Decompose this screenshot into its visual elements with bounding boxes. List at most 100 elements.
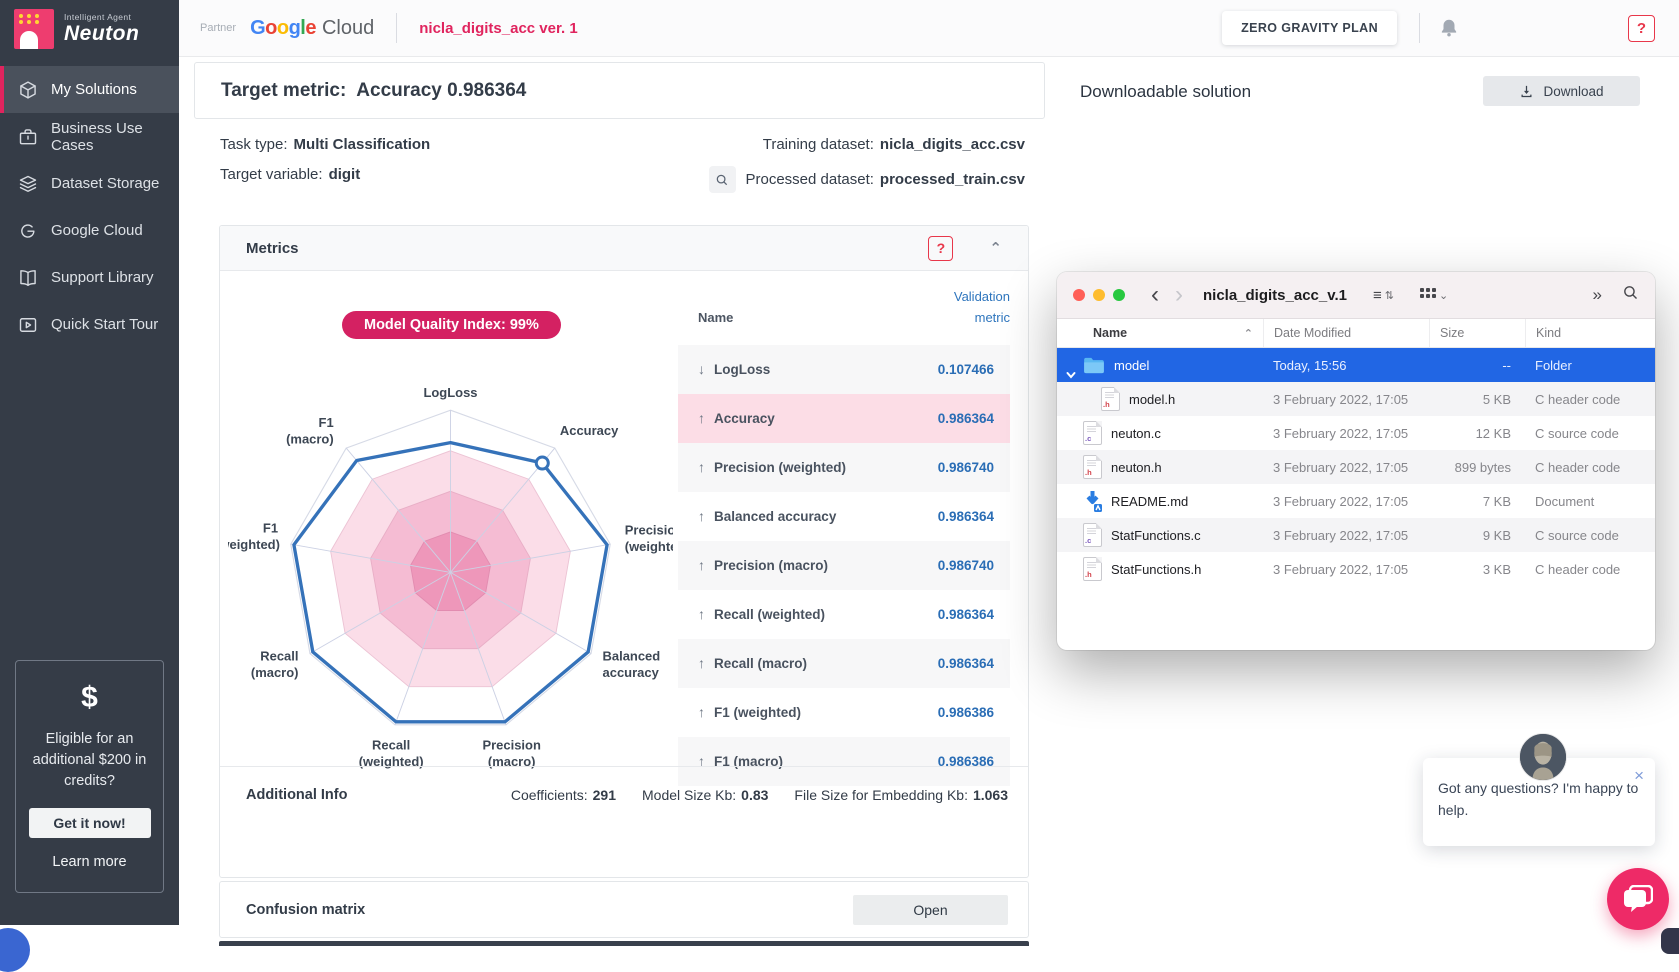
additional-info-title: Additional Info	[246, 787, 347, 803]
file-row-neuton-h[interactable]: .h neuton.h 3 February 2022, 17:05 899 b…	[1057, 450, 1655, 484]
c-header-file-icon: .h	[1101, 387, 1120, 411]
file-row-statfunctions-h[interactable]: .h StatFunctions.h 3 February 2022, 17:0…	[1057, 552, 1655, 586]
logo-brand: Neuton	[64, 22, 139, 46]
download-button[interactable]: Download	[1483, 76, 1640, 106]
metrics-panel: Metrics ? ⌃ Model Quality Index: 99% Log…	[219, 225, 1029, 878]
column-size[interactable]: Size	[1429, 319, 1525, 347]
sidebar-item-label: Dataset Storage	[51, 175, 159, 192]
sidebar-item-dataset-storage[interactable]: Dataset Storage	[0, 160, 179, 207]
open-confusion-matrix-button[interactable]: Open	[853, 895, 1008, 925]
arrow-up-icon: ↑	[698, 508, 705, 524]
file-row-statfunctions-c[interactable]: .c StatFunctions.c 3 February 2022, 17:0…	[1057, 518, 1655, 552]
sidebar-item-quick-start-tour[interactable]: Quick Start Tour	[0, 301, 179, 348]
sidebar-item-label: Business Use Cases	[51, 120, 179, 154]
file-row-neuton-c[interactable]: .c neuton.c 3 February 2022, 17:05 12 KB…	[1057, 416, 1655, 450]
radar-label-precision-weighted: Precision	[625, 522, 673, 537]
back-button[interactable]: ‹	[1151, 283, 1159, 307]
coefficients-label: Coefficients:	[511, 787, 588, 803]
arrow-up-icon: ↑	[698, 459, 705, 475]
learn-more-link[interactable]: Learn more	[26, 854, 153, 870]
google-cloud-logo: GoogleCloud	[250, 17, 374, 40]
finder-column-headers: Name⌃ Date Modified Size Kind	[1057, 319, 1655, 348]
radar-label-logloss: LogLoss	[423, 385, 477, 400]
metric-row-accuracy[interactable]: ↑Accuracy0.986364	[678, 394, 1010, 443]
arrow-down-icon: ↓	[698, 361, 705, 377]
help-button[interactable]: ?	[1628, 15, 1655, 42]
divider	[396, 13, 397, 43]
metrics-table: Name Validationmetric ↓LogLoss0.107466 ↑…	[678, 287, 1010, 786]
layers-icon	[18, 174, 38, 194]
target-metric-value: Accuracy 0.986364	[356, 80, 526, 102]
close-icon[interactable]: ×	[1634, 766, 1644, 786]
plan-button[interactable]: ZERO GRAVITY PLAN	[1222, 11, 1397, 45]
divider	[1419, 13, 1420, 43]
radar-label-balanced-accuracy: Balanced	[603, 648, 661, 663]
sidebar-item-support-library[interactable]: Support Library	[0, 254, 179, 301]
file-row-model-h[interactable]: .h model.h 3 February 2022, 17:05 5 KB C…	[1057, 382, 1655, 416]
metric-row-recall-weighted[interactable]: ↑Recall (weighted)0.986364	[678, 590, 1010, 639]
file-row-readme[interactable]: README.md 3 February 2022, 17:05 7 KB Do…	[1057, 484, 1655, 518]
model-details: Task type:Multi Classification Target va…	[194, 136, 1045, 206]
target-metric-label: Target metric:	[221, 80, 346, 102]
metric-row-precision-weighted[interactable]: ↑Precision (weighted)0.986740	[678, 443, 1010, 492]
chat-fab-button[interactable]	[1607, 868, 1669, 930]
finder-toolbar: ‹ › nicla_digits_acc_v.1 ≡⇅ ⌄ »	[1057, 272, 1655, 319]
training-dataset-value: nicla_digits_acc.csv	[880, 136, 1025, 153]
partner-label: Partner	[200, 22, 236, 34]
sidebar-item-my-solutions[interactable]: My Solutions	[0, 66, 179, 113]
top-bar: Partner GoogleCloud nicla_digits_acc ver…	[179, 0, 1679, 57]
close-window-button[interactable]	[1073, 289, 1085, 301]
disclosure-chevron-icon[interactable]	[1066, 367, 1076, 382]
model-size-label: Model Size Kb:	[642, 787, 736, 803]
svg-text:accuracy: accuracy	[603, 665, 660, 680]
chat-message: Got any questions? I'm happy to help.	[1438, 778, 1639, 821]
app-logo[interactable]: Intelligent Agent Neuton	[0, 0, 179, 58]
metric-row-precision-macro[interactable]: ↑Precision (macro)0.986740	[678, 541, 1010, 590]
finder-window-title: nicla_digits_acc_v.1	[1203, 287, 1347, 304]
minimize-window-button[interactable]	[1093, 289, 1105, 301]
column-kind[interactable]: Kind	[1525, 319, 1655, 347]
arrow-up-icon: ↑	[698, 704, 705, 720]
radar-label-precision-macro: Precision	[482, 737, 540, 752]
metric-row-balanced-accuracy[interactable]: ↑Balanced accuracy0.986364	[678, 492, 1010, 541]
promo-text: Eligible for an additional $200 in credi…	[26, 729, 153, 792]
sidebar-item-business-use-cases[interactable]: Business Use Cases	[0, 113, 179, 160]
model-size-value: 0.83	[741, 787, 768, 803]
file-row-model[interactable]: model Today, 15:56 -- Folder	[1057, 348, 1655, 382]
radar-label-recall-macro: Recall	[260, 648, 298, 663]
arrow-up-icon: ↑	[698, 655, 705, 671]
search-icon[interactable]	[1622, 284, 1639, 306]
task-type-value: Multi Classification	[294, 136, 431, 153]
forward-button[interactable]: ›	[1175, 283, 1183, 307]
column-header-validation-metric: Validationmetric	[954, 287, 1010, 329]
column-name[interactable]: Name⌃	[1057, 319, 1263, 347]
c-header-file-icon: .h	[1083, 455, 1102, 479]
project-title: nicla_digits_acc ver. 1	[419, 20, 577, 37]
list-view-button[interactable]: ≡⇅	[1373, 287, 1394, 304]
metric-row-f1-weighted[interactable]: ↑F1 (weighted)0.986386	[678, 688, 1010, 737]
confusion-matrix-card: Confusion matrix Open	[219, 881, 1029, 938]
collapse-chevron-icon[interactable]: ⌃	[989, 239, 1002, 257]
c-source-file-icon: .c	[1083, 523, 1102, 547]
column-date-modified[interactable]: Date Modified	[1263, 319, 1429, 347]
task-type-label: Task type:	[220, 136, 288, 153]
file-size-label: File Size for Embedding Kb:	[794, 787, 968, 803]
processed-dataset-value: processed_train.csv	[880, 171, 1025, 188]
bell-icon[interactable]	[1438, 17, 1460, 39]
group-by-button[interactable]: ⌄	[1420, 288, 1448, 302]
get-it-now-button[interactable]: Get it now!	[29, 808, 151, 838]
metric-row-recall-macro[interactable]: ↑Recall (macro)0.986364	[678, 639, 1010, 688]
sidebar-item-google-cloud[interactable]: Google Cloud	[0, 207, 179, 254]
more-toolbar-items-button[interactable]: »	[1593, 285, 1602, 305]
metric-row-logloss[interactable]: ↓LogLoss0.107466	[678, 345, 1010, 394]
dataset-search-button[interactable]	[709, 166, 736, 193]
file-size-value: 1.063	[973, 787, 1008, 803]
metrics-help-button[interactable]: ?	[928, 236, 953, 261]
chat-peek-icon[interactable]	[0, 928, 30, 972]
radar-label-recall-weighted: Recall	[372, 737, 410, 752]
dollar-icon: $	[26, 681, 153, 715]
finder-window[interactable]: ‹ › nicla_digits_acc_v.1 ≡⇅ ⌄ » Name⌃ Da…	[1057, 272, 1655, 650]
arrow-up-icon: ↑	[698, 410, 705, 426]
zoom-window-button[interactable]	[1113, 289, 1125, 301]
column-header-name: Name	[698, 310, 733, 329]
